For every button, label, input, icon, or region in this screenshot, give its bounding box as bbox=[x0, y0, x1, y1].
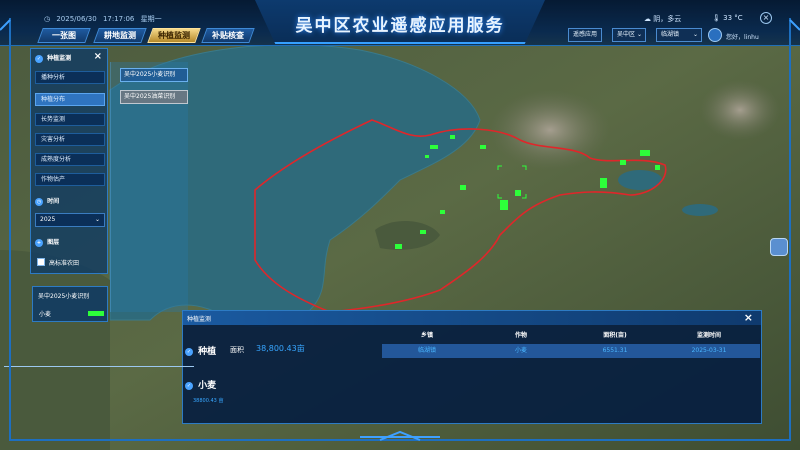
cell-date: 2025-03-31 bbox=[691, 347, 727, 354]
chevron-down-icon: ⌄ bbox=[692, 31, 698, 38]
planting-label: ✓ 种植 bbox=[185, 347, 217, 357]
remote-app-button[interactable]: 遥感应用 bbox=[568, 28, 603, 42]
legend-panel: 吴中2025小麦识别 小麦 bbox=[32, 286, 108, 322]
clock-icon: ◷ bbox=[35, 197, 43, 206]
col-date: 监测时间 bbox=[696, 332, 721, 339]
district-select[interactable]: 吴中区 ⌄ bbox=[612, 28, 646, 42]
window-close-icon[interactable]: × bbox=[760, 12, 772, 24]
right-toolbar-handle[interactable] bbox=[770, 238, 788, 256]
layers-section: + 图层 bbox=[35, 238, 60, 247]
time-section: ◷ 时间 bbox=[35, 197, 60, 206]
left-panel-title: ✓ 种植监测 bbox=[35, 54, 72, 63]
leaf-icon: ✓ bbox=[35, 54, 43, 63]
tab-farmland-monitor[interactable]: 耕地监测 bbox=[93, 28, 147, 43]
datetime: ◷ 2025/06/30 17:17:06 星期一 bbox=[44, 14, 166, 24]
date-text: 2025/06/30 bbox=[56, 15, 97, 23]
close-icon[interactable]: × bbox=[94, 51, 102, 62]
menu-sowing-analysis[interactable]: 播种分析 bbox=[35, 71, 105, 84]
weather-text: 阴，多云 bbox=[653, 15, 682, 23]
left-panel: ✓ 种植监测 × 播种分析 种植分布 长势监测 灾害分析 成熟度分析 作物估产 … bbox=[30, 48, 108, 274]
bottom-data-panel: 种植监测 × bbox=[182, 310, 762, 424]
legend-crop-label: 小麦 bbox=[39, 311, 52, 318]
standard-farmland-label: 高标准农田 bbox=[49, 260, 80, 267]
leaf-icon: ✓ bbox=[185, 381, 193, 390]
user-greeting[interactable]: 您好，linhu bbox=[726, 32, 759, 41]
chevron-down-icon: ⌄ bbox=[636, 31, 642, 38]
thermometer-icon: 🌡 bbox=[712, 14, 721, 22]
district-value: 吴中区 bbox=[617, 31, 636, 38]
cell-area: 6551.31 bbox=[602, 347, 628, 354]
app-title: 吴中区农业遥感应用服务 bbox=[295, 16, 505, 36]
chevron-down-icon: ⌄ bbox=[94, 216, 100, 223]
clock-icon: ◷ bbox=[44, 15, 51, 23]
crop-area-value: 38800.43 亩 bbox=[193, 398, 224, 404]
col-crop: 作物 bbox=[514, 332, 527, 339]
town-value: 临湖镇 bbox=[661, 31, 680, 38]
temperature: 🌡 33 °C bbox=[712, 14, 743, 22]
area-value: 38,800.43亩 bbox=[256, 344, 305, 353]
bottom-panel-title: 种植监测 bbox=[187, 316, 212, 323]
cell-town: 临湖镇 bbox=[417, 347, 436, 354]
standard-farmland-checkbox[interactable] bbox=[37, 258, 45, 266]
weather: ☁ 阴，多云 bbox=[644, 14, 681, 24]
time-text: 17:17:06 bbox=[102, 15, 135, 23]
temp-text: 33 °C bbox=[723, 14, 743, 22]
cell-crop: 小麦 bbox=[514, 347, 527, 354]
weekday-text: 星期一 bbox=[140, 15, 162, 23]
legend-swatch bbox=[88, 311, 104, 316]
menu-planting-distribution[interactable]: 种植分布 bbox=[35, 93, 105, 106]
menu-growth-monitor[interactable]: 长势监测 bbox=[35, 113, 105, 126]
close-icon[interactable]: × bbox=[744, 311, 753, 324]
cloud-icon: ☁ bbox=[644, 15, 651, 23]
layer-chip-wheat[interactable]: 吴中2025小麦识别 bbox=[120, 68, 188, 82]
leaf-icon: ✓ bbox=[185, 347, 193, 356]
year-select[interactable]: 2025 ⌄ bbox=[35, 213, 105, 227]
legend-title: 吴中2025小麦识别 bbox=[38, 293, 90, 300]
col-area: 面积(亩) bbox=[603, 332, 627, 339]
tab-one-map[interactable]: 一张图 bbox=[37, 28, 91, 43]
menu-maturity-analysis[interactable]: 成熟度分析 bbox=[35, 153, 105, 166]
layers-icon: + bbox=[35, 238, 43, 247]
tab-subsidy-check[interactable]: 补贴核查 bbox=[201, 28, 255, 43]
menu-disaster-analysis[interactable]: 灾害分析 bbox=[35, 133, 105, 146]
menu-yield-estimate[interactable]: 作物估产 bbox=[35, 173, 105, 186]
bottom-panel-header bbox=[183, 311, 761, 325]
table-header: 乡镇 作物 面积(亩) 监测时间 bbox=[382, 330, 760, 342]
area-label: 面积 bbox=[230, 346, 244, 354]
crop-label: ✓ 小麦 bbox=[185, 381, 217, 391]
town-select[interactable]: 临湖镇 ⌄ bbox=[656, 28, 702, 42]
col-town: 乡镇 bbox=[420, 332, 433, 339]
tab-planting-monitor[interactable]: 种植监测 bbox=[147, 28, 201, 43]
divider bbox=[4, 366, 194, 367]
user-avatar-icon[interactable] bbox=[708, 28, 722, 42]
table-row[interactable]: 临湖镇 小麦 6551.31 2025-03-31 bbox=[382, 344, 760, 358]
layer-chip-rapeseed[interactable]: 吴中2025油菜识别 bbox=[120, 90, 188, 104]
